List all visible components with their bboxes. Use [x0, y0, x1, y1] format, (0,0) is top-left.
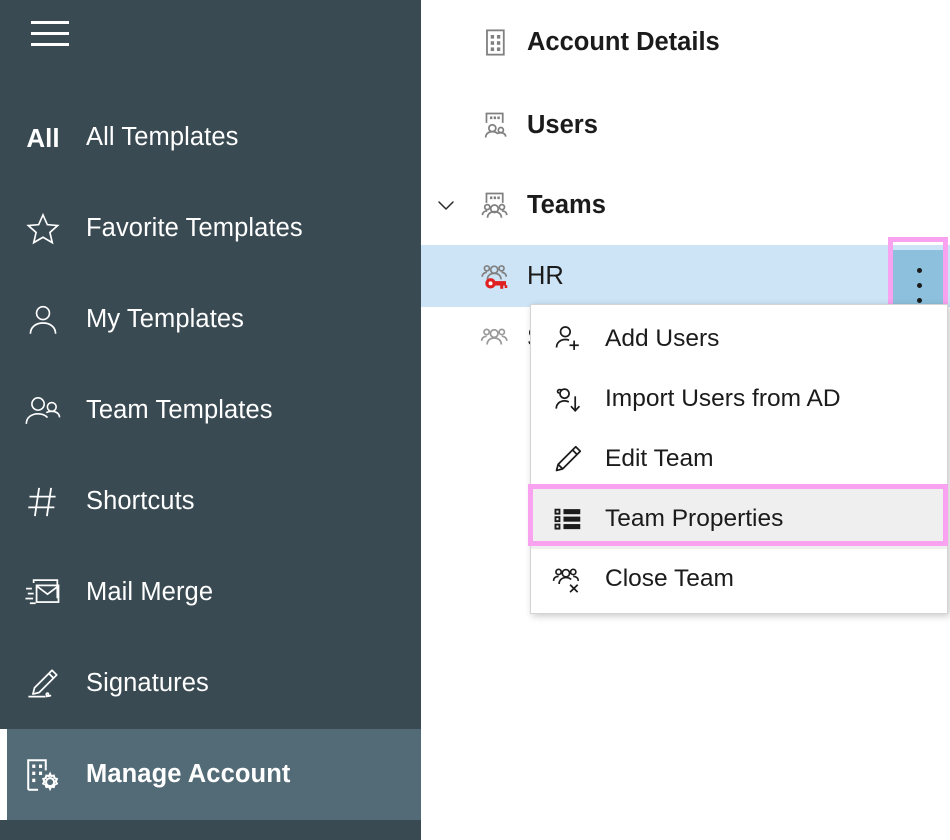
sidebar-item-label: Signatures — [86, 669, 209, 697]
all-glyph-icon: All — [0, 92, 86, 183]
menu-item-label: Close Team — [605, 565, 734, 592]
building-people-icon — [471, 109, 519, 141]
person-icon — [0, 274, 86, 365]
person-add-icon — [531, 323, 605, 355]
building-icon — [471, 27, 519, 58]
menu-item-close-team[interactable]: Close Team — [531, 549, 947, 609]
menu-item-label: Add Users — [605, 325, 720, 352]
hash-icon — [0, 456, 86, 547]
pencil-icon — [531, 443, 605, 475]
hamburger-line — [31, 32, 69, 35]
sidebar-item-label: All Templates — [86, 123, 239, 151]
app-root: All All Templates Favorite Templates My … — [0, 0, 950, 840]
tree-item-teams[interactable]: Teams — [421, 165, 950, 245]
hamburger-line — [31, 43, 69, 46]
all-glyph-text: All — [26, 122, 60, 153]
tree-item-hr[interactable]: HR — [421, 245, 950, 320]
menu-item-team-properties[interactable]: Team Properties — [531, 489, 947, 549]
tree-item-users[interactable]: Users — [421, 85, 950, 165]
menu-item-label: Import Users from AD — [605, 385, 841, 412]
sidebar-item-mail-merge[interactable]: Mail Merge — [0, 547, 421, 638]
sidebar-item-label: Mail Merge — [86, 578, 214, 606]
menu-item-edit-team[interactable]: Edit Team — [531, 429, 947, 489]
people-remove-icon — [531, 562, 605, 596]
tree-item-label: Teams — [527, 190, 606, 219]
tree-item-label: Account Details — [527, 28, 720, 56]
team-icon — [471, 321, 519, 355]
menu-item-import-users-from-ad[interactable]: Import Users from AD — [531, 369, 947, 429]
sidebar-item-manage-account[interactable]: Manage Account — [0, 729, 421, 820]
building-gear-icon — [0, 729, 86, 820]
chevron-down-icon[interactable] — [421, 193, 471, 217]
hamburger-line — [31, 21, 69, 24]
menu-item-add-users[interactable]: Add Users — [531, 309, 947, 369]
sidebar-item-label: Team Templates — [86, 396, 273, 424]
sidebar-item-my-templates[interactable]: My Templates — [0, 274, 421, 365]
menu-item-label: Edit Team — [605, 445, 714, 472]
sidebar-item-label: Favorite Templates — [86, 214, 303, 242]
dot — [916, 297, 922, 303]
sidebar-item-label: Shortcuts — [86, 487, 195, 515]
sidebar-item-label: Manage Account — [86, 760, 291, 788]
tree-item-label: HR — [527, 261, 564, 290]
mail-merge-icon — [0, 547, 86, 638]
sidebar-item-shortcuts[interactable]: Shortcuts — [0, 456, 421, 547]
signature-pen-icon — [0, 638, 86, 729]
hamburger-menu-button[interactable] — [29, 14, 71, 56]
sidebar-nav: All All Templates Favorite Templates My … — [0, 92, 421, 820]
sidebar: All All Templates Favorite Templates My … — [0, 0, 421, 840]
dot — [916, 267, 922, 273]
sidebar-item-all-templates[interactable]: All All Templates — [0, 92, 421, 183]
tree-item-label: Users — [527, 110, 598, 139]
sidebar-item-team-templates[interactable]: Team Templates — [0, 365, 421, 456]
dot — [916, 282, 922, 288]
person-import-icon — [531, 383, 605, 415]
team-key-icon — [471, 259, 519, 293]
team-context-menu: Add Users Import Users from AD Edit Team… — [530, 304, 948, 614]
menu-item-label: Team Properties — [605, 505, 784, 532]
list-icon — [531, 503, 605, 535]
sidebar-item-label: My Templates — [86, 305, 245, 333]
sidebar-item-favorite-templates[interactable]: Favorite Templates — [0, 183, 421, 274]
star-icon — [0, 183, 86, 274]
people-icon — [0, 365, 86, 456]
building-team-icon — [471, 189, 519, 221]
tree-item-account-details[interactable]: Account Details — [421, 0, 950, 85]
sidebar-item-signatures[interactable]: Signatures — [0, 638, 421, 729]
